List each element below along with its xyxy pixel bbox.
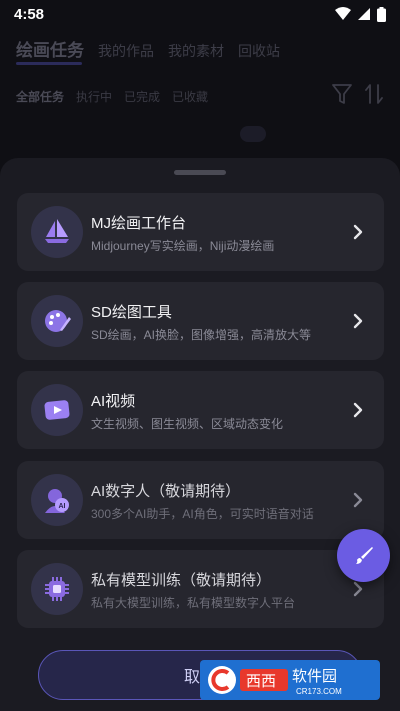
svg-text:CR173.COM: CR173.COM [296, 687, 342, 696]
card-description: 文生视频、图生视频、区域动态变化 [91, 417, 284, 431]
card-mj-workbench[interactable]: MJ绘画工作台 Midjourney写实绘画，Niji动漫绘画 [17, 193, 384, 271]
svg-text:AI: AI [59, 503, 66, 510]
background-decoration [240, 126, 266, 142]
tab-my-works[interactable]: 我的作品 [98, 41, 154, 61]
sailboat-icon [31, 206, 83, 258]
filter-running[interactable]: 执行中 [76, 88, 112, 105]
chevron-right-icon [353, 492, 363, 508]
chevron-right-icon [353, 402, 363, 418]
brush-icon [355, 546, 373, 564]
filter-icons [332, 83, 384, 105]
filter-completed[interactable]: 已完成 [124, 88, 160, 105]
card-title: AI视频 [91, 393, 136, 410]
top-tabs: 绘画任务 我的作品 我的素材 回收站 [16, 36, 280, 61]
bottom-sheet: MJ绘画工作台 Midjourney写实绘画，Niji动漫绘画 SD绘图工具 S… [0, 158, 400, 711]
sort-icon[interactable] [364, 83, 384, 105]
card-description: 300多个AI助手，AI角色，可实时语音对话 [91, 507, 314, 521]
filter-all-tasks[interactable]: 全部任务 [16, 88, 64, 105]
brush-fab-button[interactable] [337, 529, 390, 582]
card-title: 私有模型训练（敬请期待） [91, 572, 272, 589]
wifi-icon [335, 7, 351, 20]
video-icon [31, 384, 83, 436]
status-time: 4:58 [14, 5, 45, 23]
svg-text:西西: 西西 [246, 672, 276, 690]
chevron-right-icon [353, 581, 363, 597]
status-icons [335, 6, 386, 22]
card-title: AI数字人（敬请期待） [91, 483, 241, 500]
card-ai-video[interactable]: AI视频 文生视频、图生视频、区域动态变化 [17, 371, 384, 449]
funnel-icon[interactable] [332, 83, 352, 105]
card-ai-digital-human[interactable]: AI AI数字人（敬请期待） 300多个AI助手，AI角色，可实时语音对话 [17, 461, 384, 539]
tab-underline [16, 62, 82, 65]
svg-text:软件园: 软件园 [292, 667, 337, 685]
filter-row: 全部任务 执行中 已完成 已收藏 [16, 88, 208, 105]
tab-my-materials[interactable]: 我的素材 [168, 41, 224, 61]
card-title: MJ绘画工作台 [91, 215, 186, 232]
card-description: SD绘画，AI换脸，图像增强，高清放大等 [91, 328, 312, 342]
signal-icon [358, 8, 370, 20]
chevron-right-icon [353, 224, 363, 240]
card-title: SD绘图工具 [91, 304, 172, 321]
sheet-handle[interactable] [174, 170, 226, 175]
watermark-logo: 西西 软件园 CR173.COM [200, 660, 380, 700]
chip-icon [31, 563, 83, 615]
ai-avatar-icon: AI [31, 474, 83, 526]
filter-favorited[interactable]: 已收藏 [172, 88, 208, 105]
tab-drawing-tasks[interactable]: 绘画任务 [16, 36, 84, 61]
card-description: 私有大模型训练，私有模型数字人平台 [91, 596, 296, 610]
chevron-right-icon [353, 313, 363, 329]
tab-recycle-bin[interactable]: 回收站 [238, 41, 280, 61]
card-private-model-training[interactable]: 私有模型训练（敬请期待） 私有大模型训练，私有模型数字人平台 [17, 550, 384, 628]
status-bar: 4:58 [0, 0, 400, 28]
card-sd-tool[interactable]: SD绘图工具 SD绘画，AI换脸，图像增强，高清放大等 [17, 282, 384, 360]
palette-icon [31, 295, 83, 347]
battery-icon [377, 6, 386, 22]
card-description: Midjourney写实绘画，Niji动漫绘画 [91, 239, 275, 253]
